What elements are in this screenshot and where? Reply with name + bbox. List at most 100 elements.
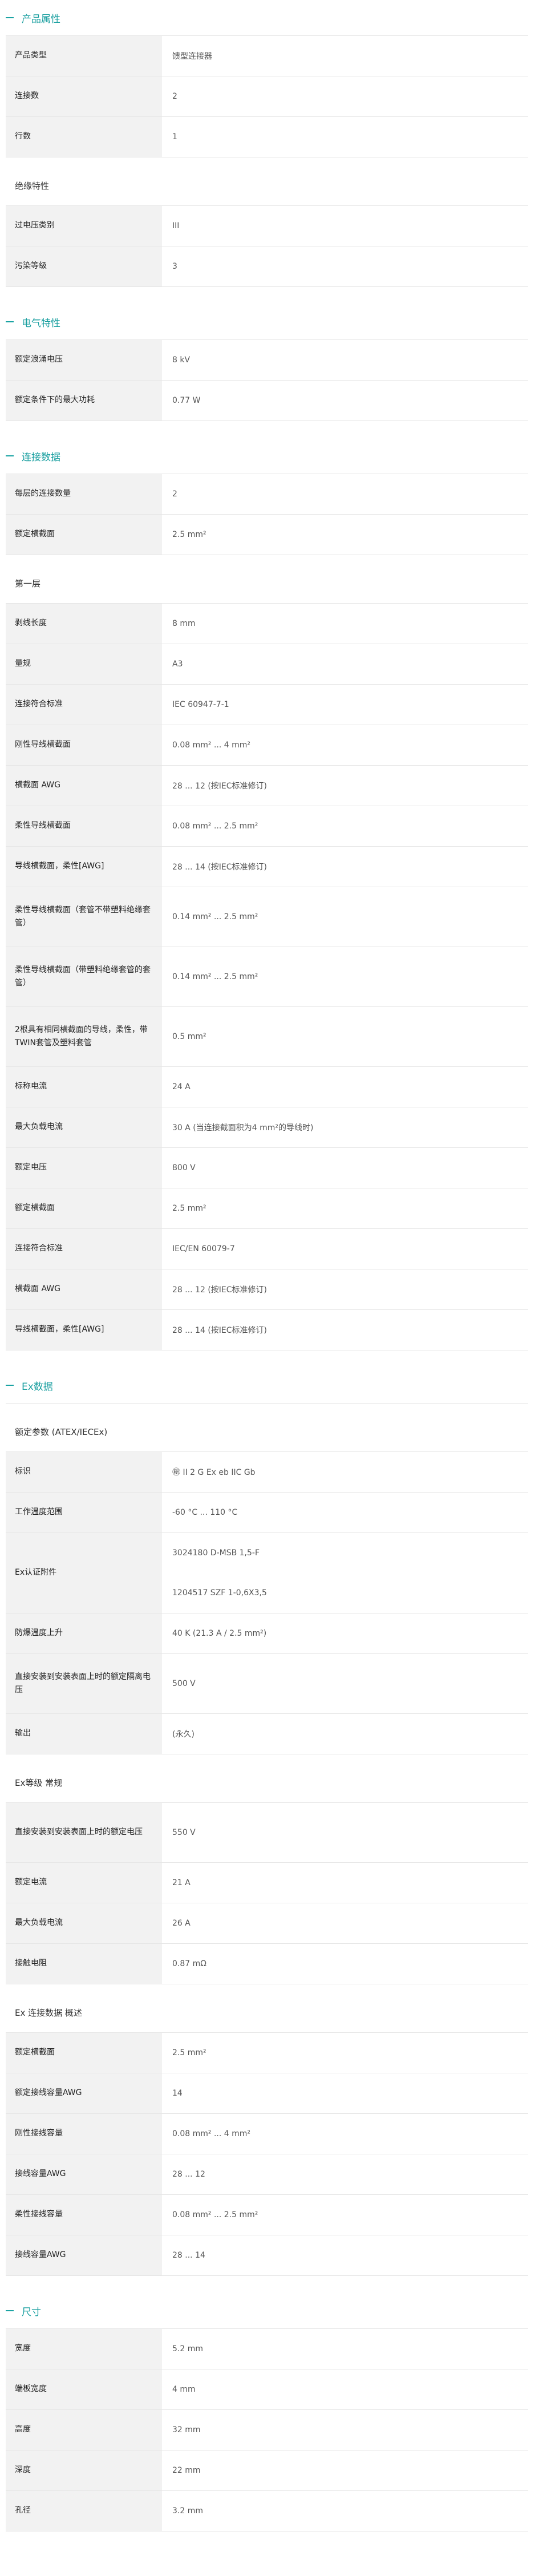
spec-row: 柔性导线横截面 0.08 mm² ... 2.5 mm² bbox=[6, 806, 528, 847]
spec-value: A3 bbox=[162, 644, 528, 684]
spec-label: 接线容量AWG bbox=[6, 2154, 162, 2194]
spec-label: 额定横截面 bbox=[6, 515, 162, 555]
spec-label: 产品类型 bbox=[6, 36, 162, 76]
spec-value: 0.08 mm² ... 2.5 mm² bbox=[162, 806, 528, 846]
spec-value: 0.5 mm² bbox=[162, 1007, 528, 1066]
spec-value: 3 bbox=[162, 246, 528, 286]
spec-label: 行数 bbox=[6, 117, 162, 157]
section-title: 电气特性 bbox=[22, 317, 60, 329]
spec-row: 额定横截面 2.5 mm² bbox=[6, 2033, 528, 2073]
spec-row: 柔性接线容量 0.08 mm² ... 2.5 mm² bbox=[6, 2195, 528, 2235]
section-header[interactable]: Ex数据 bbox=[6, 1368, 528, 1404]
spec-value: 500 V bbox=[162, 1654, 528, 1713]
section-title: 尺寸 bbox=[22, 2306, 41, 2318]
spec-label: 额定接线容量AWG bbox=[6, 2073, 162, 2113]
subsection-heading: Ex等级 常规 bbox=[6, 1762, 528, 1803]
spec-row: 柔性导线横截面（套管不带塑料绝缘套管） 0.14 mm² ... 2.5 mm² bbox=[6, 887, 528, 947]
spec-value: 22 mm bbox=[162, 2450, 528, 2490]
spec-value: 21 A bbox=[162, 1863, 528, 1903]
spec-label: 导线横截面，柔性[AWG] bbox=[6, 847, 162, 887]
spec-value: 32 mm bbox=[162, 2410, 528, 2450]
spec-row: 过电压类别 III bbox=[6, 206, 528, 246]
spec-section: 尺寸 宽度 5.2 mm 端板宽度 4 mm 高度 32 mm 深度 22 mm 孔径 3.2 mm bbox=[6, 2293, 528, 2531]
spec-value: 0.77 W bbox=[162, 381, 528, 420]
spec-label: 防爆温度上升 bbox=[6, 1613, 162, 1653]
spec-row: 刚性接线容量 0.08 mm² ... 4 mm² bbox=[6, 2114, 528, 2154]
spec-row: 污染等级 3 bbox=[6, 246, 528, 287]
spec-row: 接线容量AWG 28 ... 14 bbox=[6, 2235, 528, 2276]
spec-value: 0.08 mm² ... 4 mm² bbox=[162, 2114, 528, 2154]
spec-row: 直接安装到安装表面上时的额定电压 550 V bbox=[6, 1803, 528, 1863]
spec-label: 输出 bbox=[6, 1714, 162, 1754]
spec-label: 高度 bbox=[6, 2410, 162, 2450]
spec-value: 2.5 mm² bbox=[162, 2033, 528, 2073]
spec-value: 28 ... 14 (按IEC标准修订) bbox=[162, 1310, 528, 1350]
subsection-heading: 绝缘特性 bbox=[6, 165, 528, 206]
spec-value: III bbox=[162, 206, 528, 246]
spec-value: 2 bbox=[162, 76, 528, 116]
spec-label: 剥线长度 bbox=[6, 604, 162, 644]
spec-value: -60 °C ... 110 °C bbox=[162, 1493, 528, 1532]
subsection-heading: 额定参数 (ATEX/IECEx) bbox=[6, 1412, 528, 1452]
spec-label: 工作温度范围 bbox=[6, 1493, 162, 1532]
spec-value: 3024180 D-MSB 1,5-F 1204517 SZF 1-0,6X3,5 bbox=[162, 1533, 528, 1613]
spec-label: 端板宽度 bbox=[6, 2369, 162, 2409]
spec-value: 3.2 mm bbox=[162, 2491, 528, 2531]
spec-label: 连接数 bbox=[6, 76, 162, 116]
spec-label: 连接符合标准 bbox=[6, 685, 162, 725]
spec-label: 污染等级 bbox=[6, 246, 162, 286]
spec-row: 额定电压 800 V bbox=[6, 1148, 528, 1188]
spec-label: 柔性接线容量 bbox=[6, 2195, 162, 2235]
spec-value: 4 mm bbox=[162, 2369, 528, 2409]
spec-label: 横截面 AWG bbox=[6, 1269, 162, 1309]
spec-label: 柔性导线横截面 bbox=[6, 806, 162, 846]
subsection-heading: 第一层 bbox=[6, 563, 528, 604]
spec-row: 连接符合标准 IEC 60947-7-1 bbox=[6, 685, 528, 725]
spec-value: 28 ... 14 (按IEC标准修订) bbox=[162, 847, 528, 887]
spec-section: 产品属性 产品类型 馈型连接器 连接数 2 行数 1 绝缘特性 过电压类别 III 污染等级 3 bbox=[6, 0, 528, 287]
spec-label: 最大负载电流 bbox=[6, 1903, 162, 1943]
spec-label: 刚性接线容量 bbox=[6, 2114, 162, 2154]
section-title: Ex数据 bbox=[22, 1381, 53, 1393]
spec-label: 额定条件下的最大功耗 bbox=[6, 381, 162, 420]
spec-label: 接线容量AWG bbox=[6, 2235, 162, 2275]
spec-row: 柔性导线横截面（带塑料绝缘套管的套管） 0.14 mm² ... 2.5 mm² bbox=[6, 947, 528, 1007]
spec-row: 连接数 2 bbox=[6, 76, 528, 117]
section-header[interactable]: 产品属性 bbox=[6, 0, 528, 36]
spec-row: 输出 (永久) bbox=[6, 1714, 528, 1754]
spec-label: 每层的连接数量 bbox=[6, 474, 162, 514]
spec-label: 标称电流 bbox=[6, 1067, 162, 1107]
spec-value: 5.2 mm bbox=[162, 2329, 528, 2369]
spec-value: 550 V bbox=[162, 1803, 528, 1862]
spec-value: 26 A bbox=[162, 1903, 528, 1943]
spec-row: 直接安装到安装表面上时的额定隔离电压 500 V bbox=[6, 1654, 528, 1714]
spec-value: 30 A (当连接截面积为4 mm²的导线时) bbox=[162, 1107, 528, 1147]
spec-row: 最大负载电流 26 A bbox=[6, 1903, 528, 1944]
spec-value: 2.5 mm² bbox=[162, 1188, 528, 1228]
spec-value: 0.08 mm² ... 2.5 mm² bbox=[162, 2195, 528, 2235]
section-header[interactable]: 尺寸 bbox=[6, 2293, 528, 2329]
spec-value: 0.14 mm² ... 2.5 mm² bbox=[162, 887, 528, 947]
spec-row: 额定电流 21 A bbox=[6, 1863, 528, 1903]
spec-row: 额定条件下的最大功耗 0.77 W bbox=[6, 381, 528, 421]
spec-section: 电气特性 额定浪涌电压 8 kV 额定条件下的最大功耗 0.77 W bbox=[6, 304, 528, 421]
spec-page: 产品属性 产品类型 馈型连接器 连接数 2 行数 1 绝缘特性 过电压类别 III 污染等级 3 电气特… bbox=[0, 0, 535, 2549]
spec-label: 额定电流 bbox=[6, 1863, 162, 1903]
spec-row: 深度 22 mm bbox=[6, 2450, 528, 2491]
spec-row: 最大负载电流 30 A (当连接截面积为4 mm²的导线时) bbox=[6, 1107, 528, 1148]
section-header[interactable]: 电气特性 bbox=[6, 304, 528, 340]
spec-value: 0.14 mm² ... 2.5 mm² bbox=[162, 947, 528, 1006]
spec-row: 端板宽度 4 mm bbox=[6, 2369, 528, 2410]
spec-row: 行数 1 bbox=[6, 117, 528, 157]
spec-row: 防爆温度上升 40 K (21.3 A / 2.5 mm²) bbox=[6, 1613, 528, 1654]
spec-label: 柔性导线横截面（套管不带塑料绝缘套管） bbox=[6, 887, 162, 947]
section-header[interactable]: 连接数据 bbox=[6, 438, 528, 474]
